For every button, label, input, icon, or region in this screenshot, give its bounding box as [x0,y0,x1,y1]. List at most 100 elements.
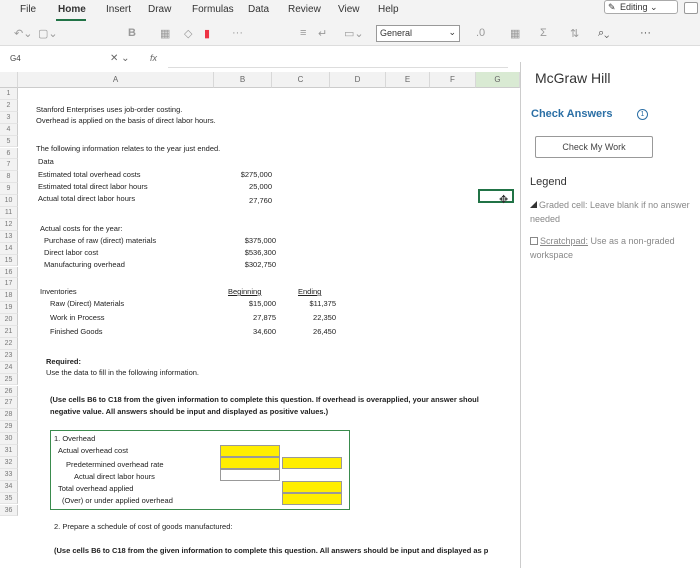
tab-review[interactable]: Review [288,4,321,15]
tab-data[interactable]: Data [248,4,269,15]
row-header[interactable]: 11 [0,207,18,219]
cell-b7[interactable]: $275,000 [214,170,272,179]
row-header[interactable]: 22 [0,337,18,350]
answer-cell-b28[interactable] [220,457,280,469]
sort-filter-icon[interactable]: ⇅ [570,27,579,40]
cell-b8[interactable]: 25,000 [214,182,272,191]
cell-a17[interactable]: Raw (Direct) Materials [50,299,124,308]
column-header-g[interactable]: G [476,72,520,88]
tab-home[interactable]: Home [58,4,86,15]
row-header[interactable]: 2 [0,99,18,112]
tab-view[interactable]: View [338,4,360,15]
cell-a3[interactable]: Overhead is applied on the basis of dire… [36,116,216,125]
row-header[interactable]: 27 [0,397,18,410]
row-header[interactable]: 23 [0,349,18,362]
cell-a7[interactable]: Estimated total overhead costs [38,170,141,179]
borders-icon[interactable]: ▦ [160,27,170,40]
undo-icon[interactable]: ↶⌄ [14,27,32,40]
row-header[interactable]: 30 [0,433,18,445]
cell-a28[interactable]: Predetermined overhead rate [66,460,164,469]
row-header[interactable]: 16 [0,266,18,279]
row-header[interactable]: 20 [0,314,18,326]
tab-file[interactable]: File [20,4,36,15]
sum-icon[interactable]: Σ [540,27,547,39]
cell-a18[interactable]: Work in Process [50,313,104,322]
tab-formulas[interactable]: Formulas [192,4,234,15]
cell-a16[interactable]: Inventories [40,287,77,296]
cell-b17[interactable]: $15,000 [220,299,276,308]
bold-icon[interactable]: B [128,27,136,39]
row-header[interactable]: 4 [0,123,18,136]
row-header[interactable]: 25 [0,373,18,386]
row-header[interactable]: 31 [0,445,18,457]
row-header[interactable]: 8 [0,171,18,184]
column-header-c[interactable]: C [272,72,330,88]
column-header-b[interactable]: B [214,72,272,88]
cancel-icon[interactable]: ✕ ⌄ [110,53,130,64]
row-header[interactable]: 24 [0,361,18,374]
share-icon[interactable] [684,2,698,14]
selected-cell-g4[interactable] [478,189,514,203]
row-header[interactable]: 36 [0,504,18,517]
answer-cell-b27[interactable] [220,445,280,457]
cell-a19[interactable]: Finished Goods [50,327,103,336]
row-header[interactable]: 17 [0,278,18,291]
row-header[interactable]: 21 [0,326,18,338]
check-my-work-button[interactable]: Check My Work [535,136,653,158]
cell-a9[interactable]: Actual total direct labor hours [38,194,135,203]
cell-a5[interactable]: The following information relates to the… [36,144,220,153]
select-all-corner[interactable] [0,72,18,88]
search-icon[interactable]: ⌕⌄ [598,27,609,40]
cell-b18[interactable]: 27,875 [220,313,276,322]
fx-icon[interactable]: fx [150,53,157,63]
row-header[interactable]: 15 [0,254,18,267]
cell-a27[interactable]: Actual overhead cost [58,446,128,455]
cell-c19[interactable]: 26,450 [284,327,336,336]
cell-a24-line2[interactable]: negative value. All answers should be in… [50,407,328,416]
cell-b12[interactable]: $375,000 [214,236,276,245]
number-format-select[interactable]: General ⌄ [376,25,460,42]
row-header[interactable]: 9 [0,183,18,196]
cell-b13[interactable]: $536,300 [214,248,276,257]
cell-a2[interactable]: Stanford Enterprises uses job-order cost… [36,105,182,114]
cell-a12[interactable]: Purchase of raw (direct) materials [44,236,156,245]
column-header-a[interactable]: A [18,72,214,88]
row-header[interactable]: 1 [0,88,18,100]
cell-a11[interactable]: Actual costs for the year: [40,224,123,233]
formula-input[interactable] [168,54,508,68]
cell-a13[interactable]: Direct labor cost [44,248,98,257]
cell-b14[interactable]: $302,750 [214,260,276,269]
cell-b29[interactable] [220,469,280,481]
decimal-icon[interactable]: .0 [476,27,485,39]
column-header-d[interactable]: D [330,72,386,88]
answer-cell-c28[interactable] [282,457,342,469]
cell-c16[interactable]: Ending [298,287,321,296]
clipboard-icon[interactable]: ▢⌄ [38,27,58,40]
row-header[interactable]: 29 [0,421,18,434]
answer-cell-c30[interactable] [282,481,342,493]
cell-b9[interactable]: 27,760 [214,196,272,205]
row-header[interactable]: 28 [0,409,18,422]
row-header[interactable]: 6 [0,147,18,160]
row-header[interactable]: 33 [0,468,18,481]
align-icon[interactable]: ≡ [300,27,306,39]
row-header[interactable]: 32 [0,456,18,469]
editing-mode-button[interactable]: ✎ Editing ⌄ [604,0,678,14]
tab-insert[interactable]: Insert [106,4,131,15]
cell-a6[interactable]: Data [38,157,54,166]
answer-cell-c31[interactable] [282,493,342,505]
cell-c18[interactable]: 22,350 [284,313,336,322]
name-box[interactable]: G4 [10,54,21,63]
row-header[interactable]: 12 [0,218,18,231]
more-font-icon[interactable]: ··· [232,27,243,39]
cell-a29[interactable]: Actual direct labor hours [74,472,155,481]
merge-icon[interactable]: ▭⌄ [344,27,364,40]
cell-b16[interactable]: Beginning [228,287,261,296]
row-header[interactable]: 10 [0,195,18,207]
row-header[interactable]: 13 [0,230,18,243]
column-header-e[interactable]: E [386,72,430,88]
row-header[interactable]: 3 [0,111,18,124]
row-header[interactable]: 7 [0,159,18,172]
cell-a26[interactable]: 1. Overhead [54,434,95,443]
row-header[interactable]: 19 [0,302,18,315]
